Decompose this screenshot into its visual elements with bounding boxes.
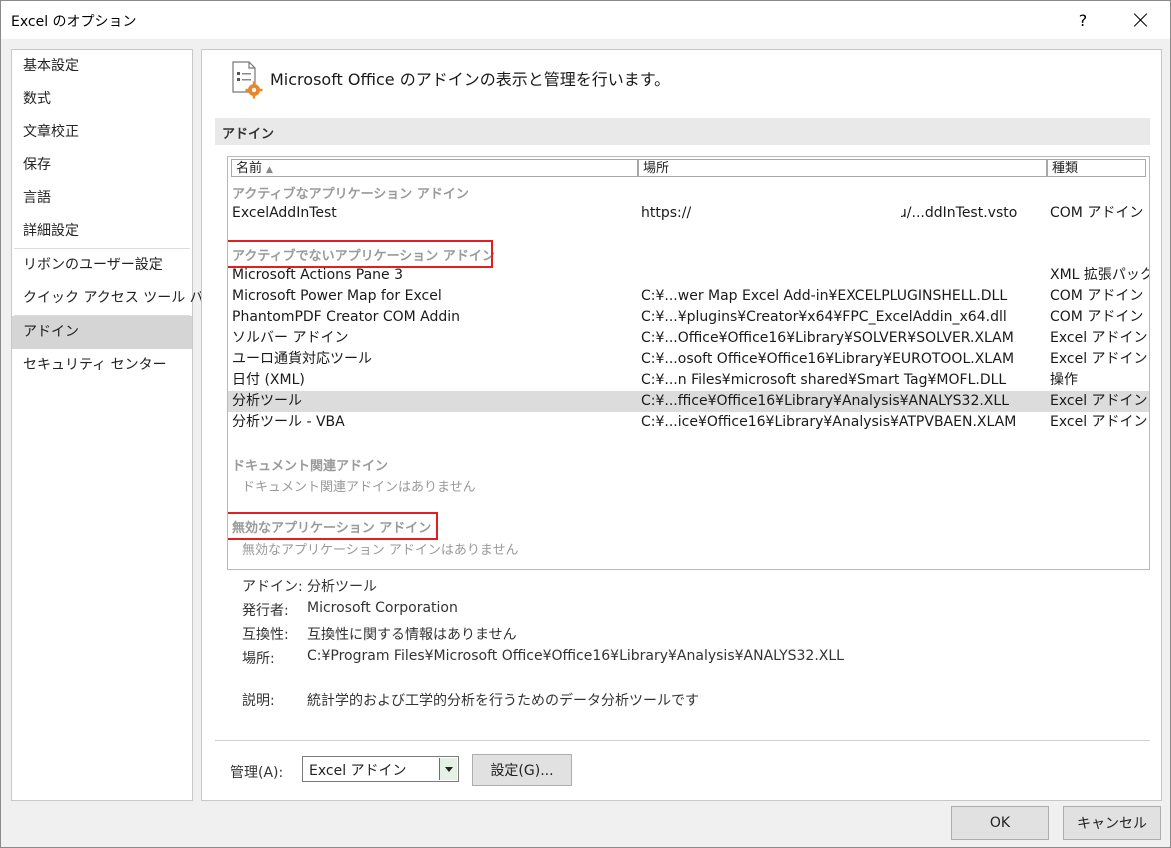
addin-type: COM アドイン [1050, 288, 1144, 304]
addin-location: C:¥...ffice¥Office16¥Library¥Analysis¥AN… [641, 393, 1009, 409]
excel-options-dialog: Excel のオプション ? 基本設定 数式 文章校正 保存 言語 詳細設定 リ… [0, 0, 1171, 848]
detail-label: 互換性: [242, 627, 289, 643]
sidebar-item-save[interactable]: 保存 [12, 149, 192, 182]
chevron-down-icon [444, 766, 453, 772]
section-header-addins: アドイン [215, 118, 1150, 145]
addin-type: 操作 [1050, 372, 1078, 388]
sidebar-item-customize-ribbon[interactable]: リボンのユーザー設定 [12, 249, 192, 282]
ok-button[interactable]: OK [951, 806, 1049, 840]
addins-list[interactable]: 名前 ▲ 場所 種類 アクティブなアプリケーション アドイン ExcelAddIn… [227, 156, 1150, 570]
table-row[interactable]: ソルバー アドイン C:¥...Office¥Office16¥Library¥… [228, 328, 1149, 349]
sidebar-item-advanced[interactable]: 詳細設定 [12, 215, 192, 248]
table-row[interactable]: 日付 (XML) C:¥...n Files¥microsoft shared¥… [228, 370, 1149, 391]
table-row[interactable]: ユーロ通貨対応ツール C:¥...osoft Office¥Office16¥L… [228, 349, 1149, 370]
group-title-active: アクティブなアプリケーション アドイン [232, 187, 469, 202]
addin-name: ソルバー アドイン [232, 330, 349, 346]
table-header-row: 名前 ▲ 場所 種類 [228, 157, 1149, 179]
detail-label: アドイン: [242, 579, 303, 595]
addin-location: C:¥...n Files¥microsoft shared¥Smart Tag… [641, 372, 1007, 388]
table-row[interactable]: Microsoft Power Map for Excel C:¥...wer … [228, 286, 1149, 307]
sidebar-item-addins[interactable]: アドイン [12, 316, 192, 349]
addin-type: COM アドイン [1050, 205, 1144, 221]
sidebar-item-proofing[interactable]: 文章校正 [12, 116, 192, 149]
section-label: アドイン [222, 127, 275, 142]
sidebar-item-trust-center[interactable]: セキュリティ センター [12, 349, 192, 382]
sidebar-item-formulas[interactable]: 数式 [12, 83, 192, 116]
addin-location-tail: ɹ/...ddInTest.vsto [901, 205, 1018, 221]
column-header-location[interactable]: 場所 [638, 159, 1047, 177]
column-header-name-label: 名前 [236, 161, 263, 176]
title-bar: Excel のオプション ? [1, 1, 1170, 39]
addin-name: PhantomPDF Creator COM Addin [232, 309, 461, 325]
highlight-box-inactive [228, 240, 493, 268]
detail-value: 分析ツール [307, 579, 377, 595]
window-title: Excel のオプション [11, 14, 137, 30]
table-row[interactable]: ExcelAddInTest https:// ɹ/...ddInTest.vs… [228, 203, 1149, 224]
options-sidebar: 基本設定 数式 文章校正 保存 言語 詳細設定 リボンのユーザー設定 クイック … [11, 49, 218, 801]
detail-label: 発行者: [242, 603, 289, 619]
addin-type: Excel アドイン [1050, 351, 1148, 367]
addin-name: Microsoft Actions Pane 3 [232, 267, 403, 283]
table-row-selected[interactable]: 分析ツール C:¥...ffice¥Office16¥Library¥Analy… [228, 391, 1149, 412]
addin-location: C:¥...ice¥Office16¥Library¥Analysis¥ATPV… [641, 414, 1017, 430]
addin-name: 日付 (XML) [232, 372, 305, 388]
table-row[interactable]: PhantomPDF Creator COM Addin C:¥...¥plug… [228, 307, 1149, 328]
help-button[interactable]: ? [1065, 5, 1101, 35]
addin-type: Excel アドイン [1050, 330, 1148, 346]
addin-type: Excel アドイン [1050, 414, 1148, 430]
table-row[interactable]: 分析ツール - VBA C:¥...ice¥Office16¥Library¥A… [228, 412, 1149, 433]
dropdown-button[interactable] [439, 758, 457, 780]
detail-label: 説明: [242, 693, 275, 709]
addin-name: ExcelAddInTest [232, 205, 337, 221]
sort-ascending-icon: ▲ [266, 165, 273, 175]
manage-dropdown[interactable]: Excel アドイン [302, 756, 459, 782]
detail-value: Microsoft Corporation [307, 600, 458, 616]
addin-location: C:¥...wer Map Excel Add-in¥EXCELPLUGINSH… [641, 288, 1008, 304]
table-row[interactable]: Microsoft Actions Pane 3 XML 拡張パック [228, 265, 1149, 286]
addin-type: XML 拡張パック [1050, 267, 1149, 283]
document-group-empty-note: ドキュメント関連アドインはありません [242, 480, 476, 495]
highlight-box-disabled [228, 512, 438, 540]
sidebar-item-general[interactable]: 基本設定 [12, 50, 192, 83]
addin-type: COM アドイン [1050, 309, 1144, 325]
page-title: Microsoft Office のアドインの表示と管理を行います。 [270, 70, 671, 89]
manage-label: 管理(A): [230, 765, 284, 781]
detail-label: 場所: [242, 651, 275, 667]
footer-divider [215, 740, 1150, 741]
addin-name: ユーロ通貨対応ツール [232, 351, 372, 367]
column-header-type[interactable]: 種類 [1047, 159, 1146, 177]
close-icon [1134, 13, 1148, 27]
addin-type: Excel アドイン [1050, 393, 1148, 409]
addins-panel: Microsoft Office のアドインの表示と管理を行います。 アドイン … [201, 49, 1162, 801]
addin-location: C:¥...osoft Office¥Office16¥Library¥EURO… [641, 351, 1015, 367]
addin-name: 分析ツール - VBA [232, 414, 345, 430]
addin-location: C:¥...Office¥Office16¥Library¥SOLVER¥SOL… [641, 330, 1014, 346]
manage-dropdown-value: Excel アドイン [309, 763, 407, 779]
detail-value: 統計学的および工学的分析を行うためのデータ分析ツールです [307, 693, 699, 709]
addins-settings-icon [232, 61, 263, 99]
disabled-group-empty-note: 無効なアプリケーション アドインはありません [242, 543, 519, 558]
addin-name: Microsoft Power Map for Excel [232, 288, 442, 304]
detail-value: 互換性に関する情報はありません [307, 627, 517, 643]
group-title-document: ドキュメント関連アドイン [232, 459, 389, 474]
cancel-button[interactable]: キャンセル [1063, 806, 1161, 840]
sidebar-item-quick-access-toolbar[interactable]: クイック アクセス ツール バー [12, 282, 218, 315]
settings-button[interactable]: 設定(G)... [472, 754, 572, 786]
sidebar-item-language[interactable]: 言語 [12, 182, 192, 215]
column-header-name[interactable]: 名前 ▲ [231, 159, 638, 177]
detail-value: C:¥Program Files¥Microsoft Office¥Office… [307, 648, 844, 664]
close-button[interactable] [1123, 5, 1159, 35]
addin-location: C:¥...¥plugins¥Creator¥x64¥FPC_ExcelAddi… [641, 309, 1007, 325]
addin-name: 分析ツール [232, 393, 302, 409]
